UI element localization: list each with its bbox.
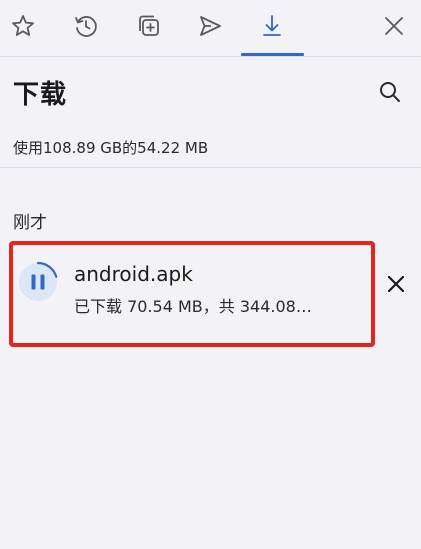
download-icon	[263, 15, 281, 36]
search-icon	[380, 82, 400, 102]
page-title: 下载	[13, 80, 68, 110]
pause-icon	[17, 261, 59, 303]
collections-icon	[139, 15, 159, 36]
tab-share[interactable]	[190, 6, 230, 46]
pause-download-button[interactable]	[17, 261, 59, 303]
tab-favorites[interactable]	[3, 6, 43, 46]
storage-usage-text: 使用108.89 GB的54.22 MB	[13, 139, 209, 157]
tab-close[interactable]	[374, 6, 414, 46]
search-button[interactable]	[374, 76, 406, 108]
send-icon	[200, 16, 221, 36]
download-item[interactable]: android.apk 已下载 70.54 MB，共 344.08…	[9, 241, 375, 347]
tab-history[interactable]	[66, 6, 106, 46]
close-icon	[385, 17, 403, 35]
divider	[0, 56, 421, 57]
file-name: android.apk	[74, 262, 193, 286]
tab-downloads[interactable]	[252, 6, 292, 46]
top-tab-bar	[0, 0, 421, 57]
section-header-just-now: 刚才	[13, 213, 47, 233]
download-status: 已下载 70.54 MB，共 344.08…	[74, 297, 312, 316]
tab-collections[interactable]	[129, 6, 169, 46]
history-icon	[75, 16, 97, 37]
divider	[0, 167, 421, 168]
close-icon	[387, 275, 405, 293]
star-icon	[12, 15, 34, 36]
remove-download-button[interactable]	[382, 270, 410, 298]
